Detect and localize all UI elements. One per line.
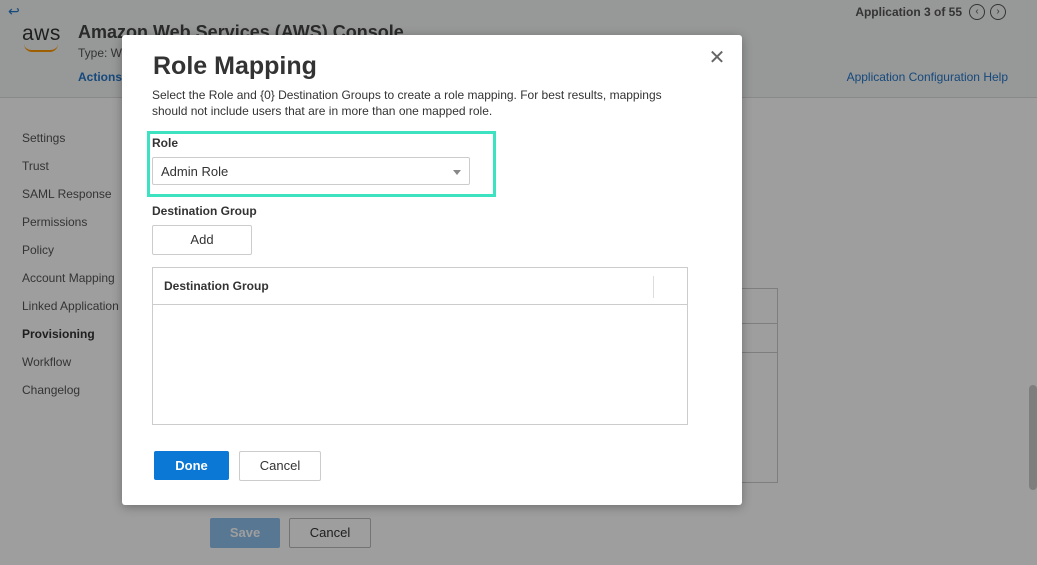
chevron-down-icon (453, 170, 461, 175)
destination-group-table: Destination Group (152, 267, 688, 425)
table-header: Destination Group (153, 268, 687, 305)
dialog-description: Select the Role and {0} Destination Grou… (152, 88, 662, 118)
cancel-button[interactable]: Cancel (239, 451, 321, 481)
destination-group-label: Destination Group (152, 204, 257, 218)
role-mapping-dialog: Role Mapping ✕ Select the Role and {0} D… (122, 35, 742, 505)
close-icon[interactable]: ✕ (708, 48, 726, 68)
role-select[interactable]: Admin Role (152, 157, 470, 185)
column-divider (653, 276, 654, 298)
add-destination-group-button[interactable]: Add (152, 225, 252, 255)
dialog-title: Role Mapping (153, 52, 317, 80)
role-label: Role (152, 136, 179, 150)
destination-group-column-header: Destination Group (164, 279, 269, 293)
done-button[interactable]: Done (154, 451, 229, 480)
role-select-value: Admin Role (161, 164, 229, 179)
